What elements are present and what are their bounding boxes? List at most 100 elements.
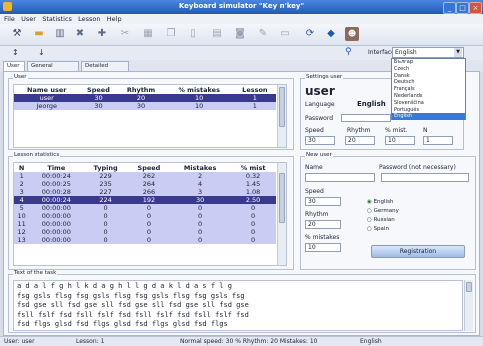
task-text-area[interactable]: a d a l f g h l k d a g h l l g d a k l … xyxy=(13,280,463,331)
n-field[interactable]: 1 xyxy=(423,136,453,145)
status-speed: Normal speed: 30 % Rhythm: 20 Mistakes: … xyxy=(180,338,318,345)
language-option[interactable]: Français xyxy=(392,86,465,93)
rhythm-field[interactable]: 20 xyxy=(345,136,375,145)
tab-detailed-statistics[interactable]: Detailed statistics xyxy=(81,61,129,78)
radio-germany[interactable]: ○ Germany xyxy=(367,208,399,214)
stack-icon[interactable]: ▤ xyxy=(210,27,224,41)
copy-icon[interactable]: ❐ xyxy=(164,27,178,41)
table-row[interactable]: 11 00:00:00 0 0 0 0 xyxy=(14,220,276,228)
col-time[interactable]: Time xyxy=(29,163,83,172)
language-option[interactable]: Dansk xyxy=(392,73,465,80)
cell: 20 xyxy=(136,94,146,102)
scroll-thumb[interactable] xyxy=(466,282,472,292)
language-select[interactable]: English ▼ xyxy=(392,47,464,58)
table-row[interactable]: Jeorge 30 30 10 1 xyxy=(14,102,276,110)
speed-field[interactable]: 30 xyxy=(305,136,335,145)
status-user: User: user xyxy=(4,338,35,345)
table-row[interactable]: 13 00:00:00 0 0 0 0 xyxy=(14,236,276,244)
new-password-field[interactable] xyxy=(381,173,469,182)
close-button[interactable]: × xyxy=(469,2,482,14)
disk-icon[interactable]: ◙ xyxy=(233,27,247,41)
cursor-start-icon[interactable]: ↕ xyxy=(12,48,19,57)
cell: 30 xyxy=(94,102,103,110)
registration-button[interactable]: Registration xyxy=(371,245,465,258)
lesson-stats-table: N Time Typing Speed Mistakes % mist 1 00:… xyxy=(14,163,276,244)
menu-file[interactable]: File xyxy=(4,14,15,24)
page2-icon[interactable]: ▭ xyxy=(278,27,292,41)
col-rhythm[interactable]: Rhythm xyxy=(117,85,164,94)
table-row[interactable]: 3 00:00:28 227 266 3 1.08 xyxy=(14,188,276,196)
refresh-icon[interactable]: ⟳ xyxy=(303,27,317,41)
tools-icon[interactable]: ✖ xyxy=(73,27,87,41)
grid-icon[interactable]: ▦ xyxy=(141,27,155,41)
title-bar: Keyboard simulator "Key n'key" _ □ × xyxy=(0,0,483,14)
cursor-end-icon[interactable]: ↓ xyxy=(38,48,45,57)
radio-label: Russian xyxy=(373,217,395,223)
table-row[interactable]: 2 00:00:25 235 264 4 1.45 xyxy=(14,180,276,188)
language-option[interactable]: Slovenščina xyxy=(392,100,465,107)
language-option[interactable]: English xyxy=(392,113,465,121)
language-option[interactable]: Българ xyxy=(392,59,465,66)
radio-unchecked-icon: ○ xyxy=(367,226,372,232)
radio-spain[interactable]: ○ Spain xyxy=(367,226,389,232)
col-n[interactable]: N xyxy=(14,163,29,172)
cell: 00:00:00 xyxy=(41,220,71,228)
table-row[interactable]: 10 00:00:00 0 0 0 0 xyxy=(14,212,276,220)
window-title: Keyboard simulator "Key n'key" xyxy=(178,2,305,10)
hammer-icon[interactable]: ⚒ xyxy=(10,27,24,41)
profile-icon[interactable]: ☻ xyxy=(345,27,359,41)
col-mistakes[interactable]: % mistakes xyxy=(165,85,234,94)
col-speed[interactable]: Speed xyxy=(128,163,170,172)
language-option[interactable]: Nederlands xyxy=(392,93,465,100)
page-icon[interactable]: ▯ xyxy=(186,27,200,41)
maximize-button[interactable]: □ xyxy=(456,2,469,14)
radio-russian[interactable]: ○ Russian xyxy=(367,217,395,223)
language-option[interactable]: Czech xyxy=(392,66,465,73)
text-line: fsd flgs glsd fsd flgs glsd fsd flgs gls… xyxy=(17,320,228,328)
radio-unchecked-icon: ○ xyxy=(367,217,372,223)
tab-general-statistics[interactable]: General statistics xyxy=(27,61,79,78)
menu-statistics[interactable]: Statistics xyxy=(42,14,72,24)
scissors-icon[interactable]: ✂ xyxy=(118,27,132,41)
task-scrollbar[interactable] xyxy=(464,280,473,331)
table-row[interactable]: 12 00:00:00 0 0 0 0 xyxy=(14,228,276,236)
info-icon[interactable]: ◆ xyxy=(324,27,338,41)
table-row[interactable]: 5 00:00:00 0 0 0 0 xyxy=(14,204,276,212)
wrench-icon[interactable]: ✚ xyxy=(95,27,109,41)
folder-icon[interactable]: ▬ xyxy=(32,27,46,41)
chevron-down-icon[interactable]: ▼ xyxy=(454,48,462,57)
table-row[interactable]: 4 00:00:24 224 192 30 2.50 xyxy=(14,196,276,204)
table-row[interactable]: user 30 20 10 1 xyxy=(14,94,276,102)
new-rhythm-field[interactable]: 20 xyxy=(305,220,341,229)
language-option[interactable]: Deutsch xyxy=(392,79,465,86)
new-speed-field[interactable]: 30 xyxy=(305,197,341,206)
col-name-user[interactable]: Name user xyxy=(14,85,80,94)
tab-user[interactable]: User xyxy=(3,61,25,71)
scroll-thumb[interactable] xyxy=(279,87,285,127)
paint-icon[interactable]: ✎ xyxy=(256,27,270,41)
new-name-field[interactable] xyxy=(305,173,375,182)
col-typing[interactable]: Typing xyxy=(83,163,128,172)
language-option[interactable]: Português xyxy=(392,107,465,114)
password-field[interactable] xyxy=(341,114,391,122)
col-mistakes[interactable]: Mistakes xyxy=(170,163,230,172)
scroll-thumb[interactable] xyxy=(279,173,285,223)
radio-english[interactable]: ◉ English xyxy=(367,199,393,205)
col-lesson[interactable]: Lesson xyxy=(234,85,276,94)
col-speed[interactable]: Speed xyxy=(80,85,118,94)
menu-help[interactable]: Help xyxy=(107,14,122,24)
table-row[interactable]: 1 00:00:24 229 262 2 0.32 xyxy=(14,172,276,180)
language-dropdown-list[interactable]: Българ Czech Dansk Deutsch Français Nederland… xyxy=(391,58,466,121)
books-icon[interactable]: ▥ xyxy=(53,27,67,41)
minimize-button[interactable]: _ xyxy=(443,2,456,14)
menu-lesson[interactable]: Lesson xyxy=(78,14,100,24)
cell: 0 xyxy=(103,228,108,236)
mistakes-field[interactable]: 10 xyxy=(385,136,415,145)
search-icon[interactable]: ⚲ xyxy=(345,47,352,57)
stats-scrollbar[interactable] xyxy=(277,163,286,265)
new-user-group: New user Name Password (not necessary) S… xyxy=(300,152,476,270)
users-scrollbar[interactable] xyxy=(277,85,286,147)
col-percent-mistakes[interactable]: % mist xyxy=(230,163,276,172)
new-mistakes-field[interactable]: 10 xyxy=(305,243,341,252)
menu-user[interactable]: User xyxy=(21,14,36,24)
